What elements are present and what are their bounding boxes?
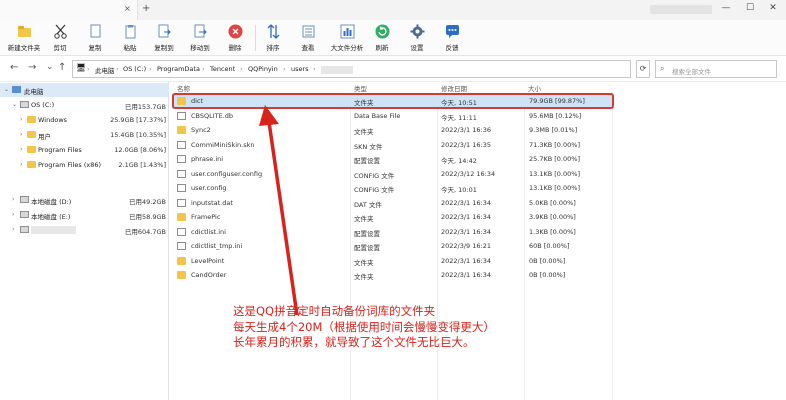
annotation-line-2: 每天生成4个20M（根据使用时间会慢慢变得更大） [233,319,495,334]
annotation-line-1: 这是QQ拼音定时自动备份词库的文件夹 [233,304,436,318]
annotation-line-3: 长年累月的积累，就导致了这个文件无比巨大。 [233,335,475,349]
annotation-text: 这是QQ拼音定时自动备份词库的文件夹 每天生成4个20M（根据使用时间会慢慢变得… [233,304,553,351]
